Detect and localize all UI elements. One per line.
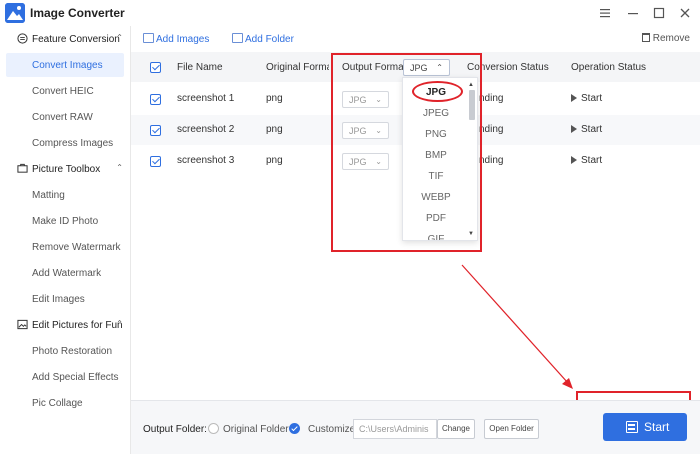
original-folder-label: Original Folder (223, 424, 289, 435)
sidebar-item-add-special-effects[interactable]: Add Special Effects (6, 365, 124, 389)
play-icon (571, 156, 577, 164)
start-label: Start (644, 420, 670, 434)
customize-radio[interactable] (289, 423, 300, 434)
convert-start-icon (626, 421, 638, 433)
sidebar-item-convert-heic[interactable]: Convert HEIC (6, 79, 124, 103)
sidebar-item-label: Edit Images (32, 294, 85, 305)
sidebar-item-make-id-photo[interactable]: Make ID Photo (6, 209, 124, 233)
row-start-button[interactable]: Start (571, 155, 602, 166)
conversion-status: nding (479, 93, 504, 104)
chevron-up-icon: ⌃ (116, 33, 123, 42)
column-file-name: File Name (177, 62, 223, 73)
conversion-status: nding (479, 155, 504, 166)
sidebar-item-compress-images[interactable]: Compress Images (6, 131, 124, 155)
chevron-up-icon: ⌃ (116, 319, 123, 328)
original-format: png (266, 124, 283, 135)
sidebar-item-label: Add Watermark (32, 268, 102, 279)
output-folder-label: Output Folder: (143, 424, 207, 435)
row-checkbox[interactable] (150, 125, 161, 136)
chevron-up-icon: ⌃ (116, 163, 123, 172)
original-format: png (266, 93, 283, 104)
convert-icon (17, 33, 28, 44)
sidebar-item-add-watermark[interactable]: Add Watermark (6, 261, 124, 285)
select-all-checkbox[interactable] (150, 62, 161, 73)
remove-button[interactable]: Remove (641, 33, 690, 44)
row-checkbox[interactable] (150, 94, 161, 105)
toolbox-icon (17, 163, 28, 173)
play-icon (571, 94, 577, 102)
file-name: screenshot 1 (177, 93, 235, 104)
column-operation-status: Operation Status (571, 62, 647, 73)
picture-icon (17, 319, 28, 330)
sidebar-section-feature-conversion[interactable]: Feature Conversion ⌃ (0, 28, 131, 50)
sidebar-item-photo-restoration[interactable]: Photo Restoration (6, 339, 124, 363)
sidebar-item-label: Make ID Photo (32, 216, 99, 227)
sidebar-section-picture-toolbox[interactable]: Picture Toolbox ⌃ (0, 158, 131, 180)
toolbar: Add Images Add Folder Remove (131, 26, 700, 52)
minimize-icon[interactable] (624, 4, 642, 22)
start-button[interactable]: Start (603, 413, 687, 441)
sidebar-section-label: Picture Toolbox (32, 164, 101, 175)
sidebar-item-matting[interactable]: Matting (6, 183, 124, 207)
menu-icon[interactable] (596, 4, 614, 22)
close-icon[interactable] (676, 4, 694, 22)
sidebar-item-edit-images[interactable]: Edit Images (6, 287, 124, 311)
add-folder-button[interactable]: Add Folder (232, 33, 294, 45)
output-path-input[interactable]: C:\Users\Adminis (353, 419, 437, 439)
sidebar: Feature Conversion ⌃ Convert Images Conv… (0, 26, 131, 454)
sidebar-section-edit-pictures-for-fun[interactable]: Edit Pictures for Fun ⌃ (0, 314, 131, 336)
sidebar-item-label: Compress Images (32, 138, 114, 149)
remove-label: Remove (652, 33, 690, 44)
sidebar-item-label: Add Special Effects (32, 372, 119, 383)
add-folder-label: Add Folder (245, 34, 294, 45)
sidebar-section-label: Edit Pictures for Fun (32, 320, 123, 331)
add-images-button[interactable]: Add Images (143, 33, 209, 45)
sidebar-item-remove-watermark[interactable]: Remove Watermark (6, 235, 124, 259)
row-start-label: Start (581, 93, 603, 104)
sidebar-section-label: Feature Conversion (32, 34, 120, 45)
sidebar-item-label: Convert RAW (32, 112, 93, 123)
mountain-photo-icon (5, 3, 25, 23)
row-start-label: Start (581, 155, 603, 166)
conversion-status: nding (479, 124, 504, 135)
sidebar-item-label: Convert Images (32, 60, 103, 71)
maximize-icon[interactable] (650, 4, 668, 22)
original-folder-radio[interactable] (208, 423, 219, 434)
open-folder-button[interactable]: Open Folder (484, 419, 539, 439)
row-start-button[interactable]: Start (571, 124, 602, 135)
customize-label: Customize (308, 424, 356, 435)
sidebar-item-convert-images[interactable]: Convert Images (6, 53, 124, 77)
row-checkbox[interactable] (150, 156, 161, 167)
sidebar-item-label: Remove Watermark (32, 242, 121, 253)
app-title: Image Converter (30, 6, 125, 20)
add-images-label: Add Images (156, 34, 210, 45)
title-bar: Image Converter (0, 0, 700, 26)
sidebar-item-convert-raw[interactable]: Convert RAW (6, 105, 124, 129)
trash-icon (641, 33, 650, 42)
file-name: screenshot 2 (177, 124, 235, 135)
file-name: screenshot 3 (177, 155, 235, 166)
row-start-button[interactable]: Start (571, 93, 602, 104)
sidebar-item-label: Convert HEIC (32, 86, 94, 97)
change-button[interactable]: Change (437, 419, 475, 439)
add-image-icon (143, 33, 154, 43)
column-original-format: Original Format (266, 62, 329, 73)
sidebar-item-pic-collage[interactable]: Pic Collage (6, 391, 124, 415)
sidebar-item-label: Matting (32, 190, 65, 201)
sidebar-item-label: Pic Collage (32, 398, 83, 409)
sidebar-item-label: Photo Restoration (32, 346, 113, 357)
original-format: png (266, 155, 283, 166)
annotation-box-output-format (331, 53, 482, 252)
row-start-label: Start (581, 124, 603, 135)
add-folder-icon (232, 33, 243, 43)
play-icon (571, 125, 577, 133)
